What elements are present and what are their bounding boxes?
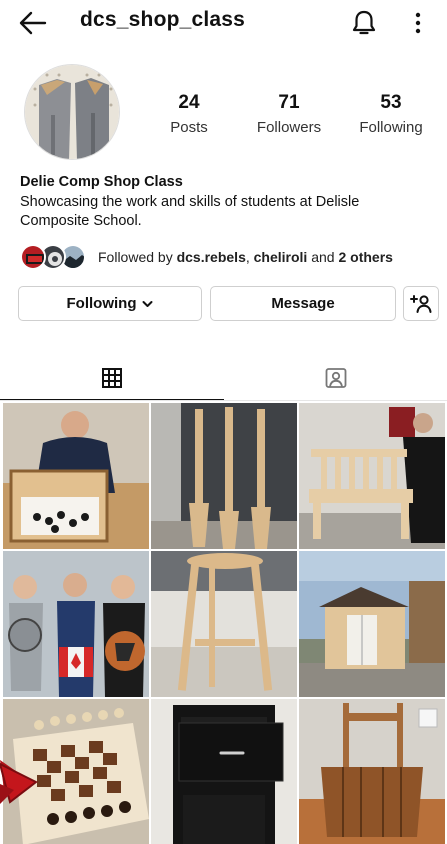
followed-by-separator: , (245, 249, 254, 265)
more-vertical-icon (415, 12, 421, 34)
top-bar: dcs_shop_class (0, 0, 447, 46)
followed-by-text: Followed by dcs.rebels, cheliroli and 2 … (98, 249, 393, 265)
post-thumbnail[interactable] (299, 403, 445, 549)
message-button-label: Message (271, 295, 335, 312)
follower-link-cheliroli[interactable]: cheliroli (254, 249, 308, 265)
posts-stat[interactable]: 24 Posts (155, 92, 223, 136)
tab-tagged[interactable] (224, 356, 447, 400)
followed-by-and: and (307, 249, 339, 265)
post-thumbnail[interactable] (3, 403, 149, 549)
followers-count: 71 (278, 92, 300, 113)
back-button[interactable] (18, 10, 48, 36)
tab-posts-grid[interactable] (0, 356, 224, 400)
tab-divider (0, 400, 447, 401)
post-thumbnail[interactable] (299, 551, 445, 697)
posts-count: 24 (178, 92, 200, 113)
post-thumbnail[interactable] (3, 699, 149, 844)
follower-link-dcs-rebels[interactable]: dcs.rebels (177, 249, 246, 265)
bell-icon (352, 10, 376, 35)
message-button[interactable]: Message (210, 286, 396, 321)
post-thumbnail[interactable] (3, 551, 149, 697)
following-count: 53 (380, 92, 402, 113)
profile-avatar[interactable] (24, 64, 120, 160)
following-label: Following (359, 119, 423, 136)
chevron-down-icon (142, 300, 153, 307)
posts-grid (3, 403, 445, 844)
following-button[interactable]: Following (18, 286, 202, 321)
followed-by-prefix: Followed by (98, 249, 177, 265)
followed-by-row[interactable]: Followed by dcs.rebels, cheliroli and 2 … (20, 243, 440, 271)
followed-by-others-link[interactable]: 2 others (338, 249, 392, 265)
arrow-left-icon (19, 11, 47, 35)
followers-stat[interactable]: 71 Followers (248, 92, 330, 136)
grid-icon (102, 367, 122, 388)
tagged-icon (325, 368, 346, 388)
post-thumbnail[interactable] (151, 551, 297, 697)
followers-label: Followers (256, 119, 322, 136)
suggested-users-button[interactable] (403, 286, 439, 321)
profile-username: dcs_shop_class (80, 8, 246, 31)
more-options-button[interactable] (408, 10, 428, 36)
following-stat[interactable]: 53 Following (350, 92, 432, 136)
post-thumbnail[interactable] (151, 699, 297, 844)
follower-avatar (20, 244, 46, 270)
profile-bio: Showcasing the work and skills of studen… (20, 194, 360, 229)
posts-label: Posts (170, 119, 208, 136)
post-thumbnail[interactable] (151, 403, 297, 549)
notifications-button[interactable] (350, 8, 378, 38)
profile-display-name: Delie Comp Shop Class (20, 174, 183, 190)
post-thumbnail[interactable] (299, 699, 445, 844)
following-button-label: Following (66, 295, 137, 312)
add-user-icon (410, 294, 432, 313)
